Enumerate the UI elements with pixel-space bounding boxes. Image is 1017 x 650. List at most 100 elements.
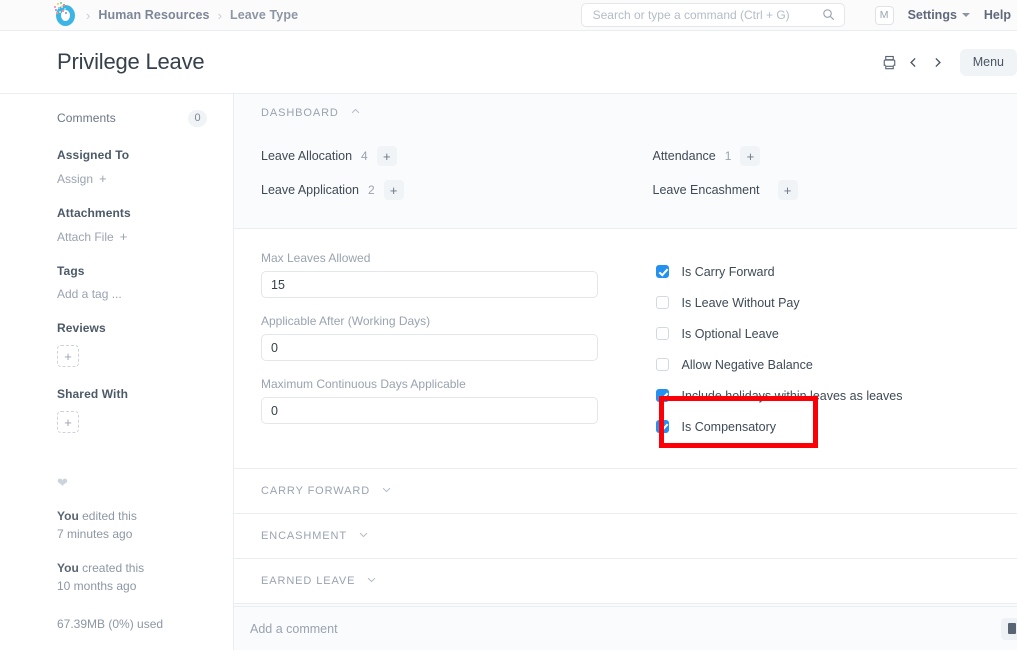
add-tag-input[interactable]: Add a tag ... [0, 287, 233, 301]
attach-file-label: Attach File [57, 230, 114, 244]
created-time: 10 months ago [57, 577, 233, 595]
checkbox-row-is-compensatory[interactable]: Is Compensatory [656, 411, 1017, 442]
section-earned-leave[interactable]: EARNED LEAVE [234, 559, 1017, 604]
dashboard-header[interactable]: DASHBOARD [234, 94, 1017, 132]
menu-button[interactable]: Menu [960, 49, 1017, 76]
earned-leave-header[interactable]: EARNED LEAVE [234, 562, 377, 600]
is-leave-without-pay-checkbox[interactable] [656, 296, 669, 309]
field-max-leaves-allowed: Max Leaves Allowed [261, 251, 598, 298]
avatar[interactable]: M [875, 6, 894, 25]
shared-with-label: Shared With [57, 387, 128, 401]
dashboard-link-leave-encashment[interactable]: Leave Encashment + [653, 176, 1017, 204]
attach-file-button[interactable]: Attach File + [0, 229, 233, 244]
page-title: Privilege Leave [57, 49, 204, 75]
applicable-after-input[interactable] [261, 334, 598, 361]
heart-icon[interactable]: ❤ [57, 475, 233, 491]
main-panel: DASHBOARD Leave Allocation 4 + [234, 94, 1017, 650]
comment-send-button[interactable] [1001, 618, 1017, 640]
add-button[interactable]: + [377, 146, 397, 166]
dashboard-link-leave-allocation[interactable]: Leave Allocation 4 + [261, 142, 626, 170]
settings-label: Settings [908, 8, 957, 22]
add-button[interactable]: + [384, 180, 404, 200]
max-leaves-allowed-input[interactable] [261, 271, 598, 298]
dashboard-link-leave-application[interactable]: Leave Application 2 + [261, 176, 626, 204]
sidebar: Comments 0 Assigned To Assign + Attachme… [0, 94, 234, 650]
chevron-down-icon[interactable] [366, 572, 377, 590]
breadcrumb-human-resources[interactable]: Human Resources [98, 8, 209, 22]
chevron-right-icon[interactable] [926, 50, 950, 74]
is-carry-forward-checkbox[interactable] [656, 265, 669, 278]
created-by: You [57, 561, 79, 575]
link-label[interactable]: Attendance [653, 149, 716, 163]
carry-forward-header[interactable]: CARRY FORWARD [234, 472, 392, 510]
settings-dropdown[interactable]: Settings [908, 8, 970, 22]
navbar: › Human Resources › Leave Type M Setting… [0, 0, 1017, 31]
breadcrumb-leave-type[interactable]: Leave Type [230, 8, 298, 22]
assign-label: Assign [57, 172, 93, 186]
dashboard-column-left: Leave Allocation 4 + Leave Application 2… [234, 142, 626, 210]
search-box[interactable] [581, 3, 845, 27]
checkbox-row-include-holidays[interactable]: Include holidays within leaves as leaves [656, 380, 1017, 411]
body: Comments 0 Assigned To Assign + Attachme… [0, 94, 1017, 650]
field-applicable-after: Applicable After (Working Days) [261, 314, 598, 361]
add-shared-user-button[interactable]: + [57, 411, 79, 433]
checkbox-row-is-carry-forward[interactable]: Is Carry Forward [656, 256, 1017, 287]
dashboard-links: Leave Allocation 4 + Leave Application 2… [234, 132, 1017, 210]
title-bar: Privilege Leave Menu [0, 31, 1017, 94]
created-text: created this [79, 561, 144, 575]
sidebar-section-assigned-to: Assigned To [0, 145, 233, 165]
add-button[interactable]: + [778, 180, 798, 200]
search-icon[interactable] [822, 8, 835, 26]
plus-icon: + [99, 171, 107, 186]
created-meta: You created this 10 months ago [57, 559, 233, 595]
frappe-logo-icon[interactable] [52, 2, 78, 28]
edited-text: edited this [79, 509, 137, 523]
checkbox-row-allow-negative-balance[interactable]: Allow Negative Balance [656, 349, 1017, 380]
encashment-header[interactable]: ENCASHMENT [234, 517, 369, 555]
section-carry-forward[interactable]: CARRY FORWARD [234, 469, 1017, 514]
edited-time: 7 minutes ago [57, 525, 233, 543]
print-icon[interactable] [878, 50, 902, 74]
sidebar-item-comments[interactable]: Comments 0 [0, 108, 233, 128]
add-button[interactable]: + [740, 146, 760, 166]
breadcrumb-separator: › [218, 8, 222, 23]
field-label: Maximum Continuous Days Applicable [261, 377, 598, 391]
help-link[interactable]: Help [984, 8, 1011, 22]
link-label[interactable]: Leave Allocation [261, 149, 352, 163]
link-label[interactable]: Leave Encashment [653, 183, 760, 197]
comment-bar[interactable] [234, 606, 1017, 650]
checkbox-row-is-leave-without-pay[interactable]: Is Leave Without Pay [656, 287, 1017, 318]
section-label: EARNED LEAVE [261, 575, 355, 587]
chevron-up-icon[interactable] [350, 104, 361, 122]
breadcrumb-separator: › [86, 8, 90, 23]
link-count: 4 [361, 149, 368, 163]
is-optional-leave-checkbox[interactable] [656, 327, 669, 340]
sidebar-section-shared-with: Shared With [0, 384, 233, 404]
link-label[interactable]: Leave Application [261, 183, 359, 197]
checkbox-label: Is Compensatory [682, 420, 776, 434]
include-holidays-checkbox[interactable] [656, 389, 669, 402]
chevron-down-icon[interactable] [381, 482, 392, 500]
checkbox-label: Is Optional Leave [682, 327, 779, 341]
search-input[interactable] [591, 7, 821, 23]
plus-icon: + [120, 229, 128, 244]
reviews-label: Reviews [57, 321, 106, 335]
comment-input[interactable] [248, 621, 948, 637]
title-actions: Menu [878, 49, 1017, 76]
chevron-left-icon[interactable] [902, 50, 926, 74]
checkbox-label: Include holidays within leaves as leaves [682, 389, 903, 403]
field-maximum-continuous-days: Maximum Continuous Days Applicable [261, 377, 598, 424]
dashboard-link-attendance[interactable]: Attendance 1 + [653, 142, 1017, 170]
form-column-left: Max Leaves Allowed Applicable After (Wor… [234, 251, 626, 442]
checkbox-label: Is Leave Without Pay [682, 296, 800, 310]
chevron-down-icon[interactable] [358, 527, 369, 545]
add-review-button[interactable]: + [57, 345, 79, 367]
is-compensatory-checkbox[interactable] [656, 420, 669, 433]
navbar-right: M Settings Help [581, 0, 1017, 30]
allow-negative-balance-checkbox[interactable] [656, 358, 669, 371]
section-encashment[interactable]: ENCASHMENT [234, 514, 1017, 559]
assign-button[interactable]: Assign + [0, 171, 233, 186]
checkbox-row-is-optional-leave[interactable]: Is Optional Leave [656, 318, 1017, 349]
maximum-continuous-days-input[interactable] [261, 397, 598, 424]
checkbox-label: Is Carry Forward [682, 265, 775, 279]
